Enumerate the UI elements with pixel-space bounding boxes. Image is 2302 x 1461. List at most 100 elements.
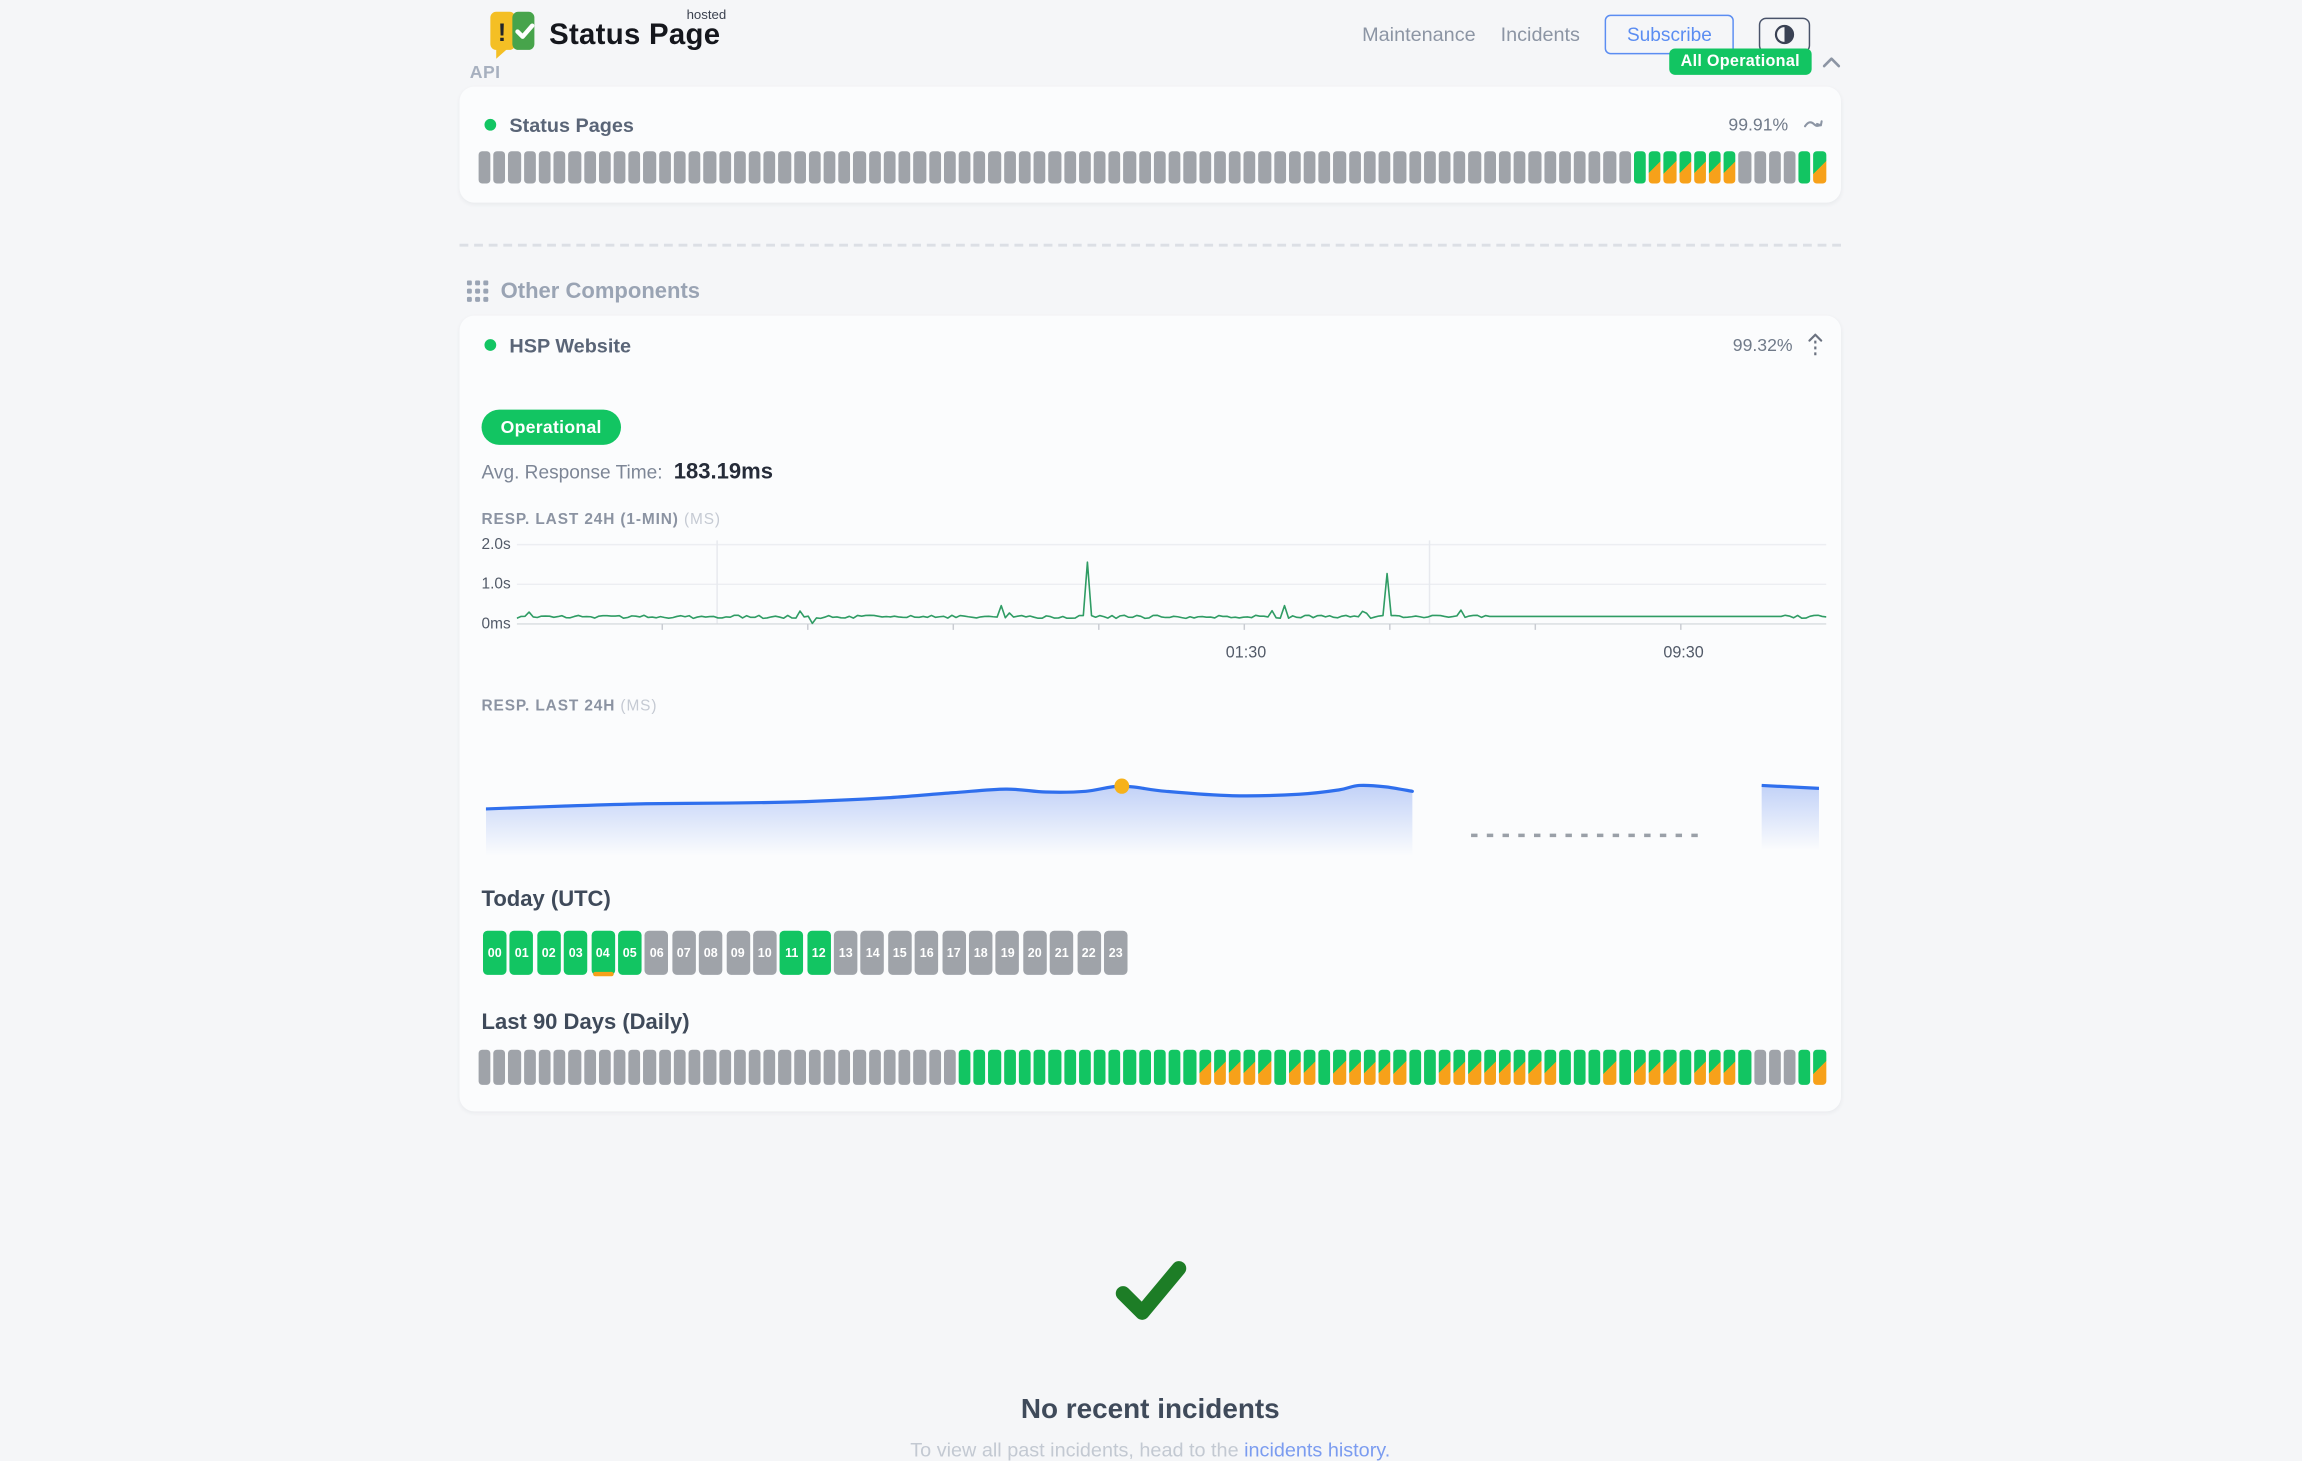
daily-uptime-bar[interactable] xyxy=(644,1050,656,1085)
daily-uptime-bar[interactable] xyxy=(1034,1050,1046,1085)
refresh-icon[interactable] xyxy=(1803,116,1824,134)
nav-maintenance[interactable]: Maintenance xyxy=(1362,23,1476,45)
daily-uptime-bar[interactable] xyxy=(1139,1050,1151,1085)
uptime-bar[interactable] xyxy=(1814,151,1826,183)
uptime-bar[interactable] xyxy=(479,151,491,183)
uptime-bar[interactable] xyxy=(1034,151,1046,183)
uptime-bar[interactable] xyxy=(974,151,986,183)
uptime-bar[interactable] xyxy=(929,151,941,183)
hour-box[interactable]: 09 xyxy=(726,931,749,975)
uptime-bar[interactable] xyxy=(869,151,881,183)
hour-box[interactable]: 15 xyxy=(888,931,911,975)
daily-uptime-bar[interactable] xyxy=(1064,1050,1076,1085)
daily-uptime-bar[interactable] xyxy=(1649,1050,1661,1085)
daily-uptime-bar[interactable] xyxy=(1709,1050,1721,1085)
daily-uptime-bar[interactable] xyxy=(1559,1050,1571,1085)
hour-box[interactable]: 05 xyxy=(618,931,641,975)
hour-box[interactable]: 02 xyxy=(537,931,560,975)
daily-uptime-bar[interactable] xyxy=(584,1050,596,1085)
uptime-bar[interactable] xyxy=(1649,151,1661,183)
uptime-bar[interactable] xyxy=(1484,151,1496,183)
daily-uptime-bar[interactable] xyxy=(1784,1050,1796,1085)
collapse-chevron-icon[interactable] xyxy=(1822,55,1841,68)
uptime-bar[interactable] xyxy=(1559,151,1571,183)
uptime-bar[interactable] xyxy=(689,151,701,183)
daily-uptime-bar[interactable] xyxy=(1289,1050,1301,1085)
hour-box[interactable]: 17 xyxy=(942,931,965,975)
hour-box[interactable]: 10 xyxy=(753,931,776,975)
uptime-bar[interactable] xyxy=(1184,151,1196,183)
uptime-bar[interactable] xyxy=(1154,151,1166,183)
uptime-bar[interactable] xyxy=(1499,151,1511,183)
daily-uptime-bar[interactable] xyxy=(554,1050,566,1085)
uptime-bar[interactable] xyxy=(1289,151,1301,183)
daily-uptime-bar[interactable] xyxy=(509,1050,521,1085)
daily-uptime-bar[interactable] xyxy=(1589,1050,1601,1085)
hour-box[interactable]: 13 xyxy=(834,931,857,975)
uptime-bar[interactable] xyxy=(614,151,626,183)
uptime-bar[interactable] xyxy=(1094,151,1106,183)
uptime-bar[interactable] xyxy=(494,151,506,183)
daily-uptime-bar[interactable] xyxy=(794,1050,806,1085)
response-area-chart[interactable] xyxy=(486,721,1819,863)
uptime-bar[interactable] xyxy=(1529,151,1541,183)
daily-uptime-bar[interactable] xyxy=(1679,1050,1691,1085)
daily-uptime-bar[interactable] xyxy=(974,1050,986,1085)
daily-uptime-bar[interactable] xyxy=(494,1050,506,1085)
uptime-bar[interactable] xyxy=(1439,151,1451,183)
daily-uptime-bar[interactable] xyxy=(1544,1050,1556,1085)
uptime-bar[interactable] xyxy=(584,151,596,183)
uptime-bar[interactable] xyxy=(1589,151,1601,183)
uptime-bar[interactable] xyxy=(524,151,536,183)
uptime-bar[interactable] xyxy=(1664,151,1676,183)
uptime-bar[interactable] xyxy=(1574,151,1586,183)
daily-uptime-bar[interactable] xyxy=(479,1050,491,1085)
daily-uptime-bar[interactable] xyxy=(1169,1050,1181,1085)
hour-box[interactable]: 00 xyxy=(483,931,506,975)
uptime-bar[interactable] xyxy=(1334,151,1346,183)
uptime-bar[interactable] xyxy=(1694,151,1706,183)
uptime-bar[interactable] xyxy=(1679,151,1691,183)
uptime-bar[interactable] xyxy=(704,151,716,183)
uptime-bar[interactable] xyxy=(644,151,656,183)
daily-uptime-bar[interactable] xyxy=(1514,1050,1526,1085)
daily-uptime-bar[interactable] xyxy=(1379,1050,1391,1085)
hour-box[interactable]: 14 xyxy=(861,931,884,975)
daily-uptime-bar[interactable] xyxy=(1424,1050,1436,1085)
uptime-bar[interactable] xyxy=(1349,151,1361,183)
daily-uptime-bar[interactable] xyxy=(1724,1050,1736,1085)
daily-uptime-bar[interactable] xyxy=(1364,1050,1376,1085)
daily-uptime-bar[interactable] xyxy=(1664,1050,1676,1085)
uptime-bar[interactable] xyxy=(1109,151,1121,183)
daily-uptime-bar[interactable] xyxy=(539,1050,551,1085)
hour-box[interactable]: 18 xyxy=(969,931,992,975)
uptime-bar[interactable] xyxy=(1424,151,1436,183)
daily-uptime-bar[interactable] xyxy=(689,1050,701,1085)
hour-box[interactable]: 11 xyxy=(780,931,803,975)
uptime-bar[interactable] xyxy=(779,151,791,183)
hour-box[interactable]: 08 xyxy=(699,931,722,975)
hour-box[interactable]: 22 xyxy=(1077,931,1100,975)
daily-uptime-bar[interactable] xyxy=(1694,1050,1706,1085)
daily-uptime-bar[interactable] xyxy=(1574,1050,1586,1085)
nav-incidents[interactable]: Incidents xyxy=(1501,23,1580,45)
uptime-bar[interactable] xyxy=(509,151,521,183)
daily-uptime-bar[interactable] xyxy=(1334,1050,1346,1085)
daily-uptime-bar[interactable] xyxy=(1199,1050,1211,1085)
uptime-bar[interactable] xyxy=(1274,151,1286,183)
daily-uptime-bar[interactable] xyxy=(1394,1050,1406,1085)
uptime-bar[interactable] xyxy=(1064,151,1076,183)
daily-uptime-bar[interactable] xyxy=(1214,1050,1226,1085)
hour-box[interactable]: 07 xyxy=(672,931,695,975)
daily-uptime-bar[interactable] xyxy=(1409,1050,1421,1085)
uptime-bar[interactable] xyxy=(824,151,836,183)
uptime-bar[interactable] xyxy=(1394,151,1406,183)
daily-uptime-bar[interactable] xyxy=(704,1050,716,1085)
daily-uptime-bar[interactable] xyxy=(944,1050,956,1085)
uptime-bar[interactable] xyxy=(1799,151,1811,183)
daily-uptime-bar[interactable] xyxy=(1304,1050,1316,1085)
hour-box[interactable]: 23 xyxy=(1104,931,1127,975)
daily-uptime-bar[interactable] xyxy=(1184,1050,1196,1085)
hour-box[interactable]: 12 xyxy=(807,931,830,975)
daily-uptime-bar[interactable] xyxy=(734,1050,746,1085)
